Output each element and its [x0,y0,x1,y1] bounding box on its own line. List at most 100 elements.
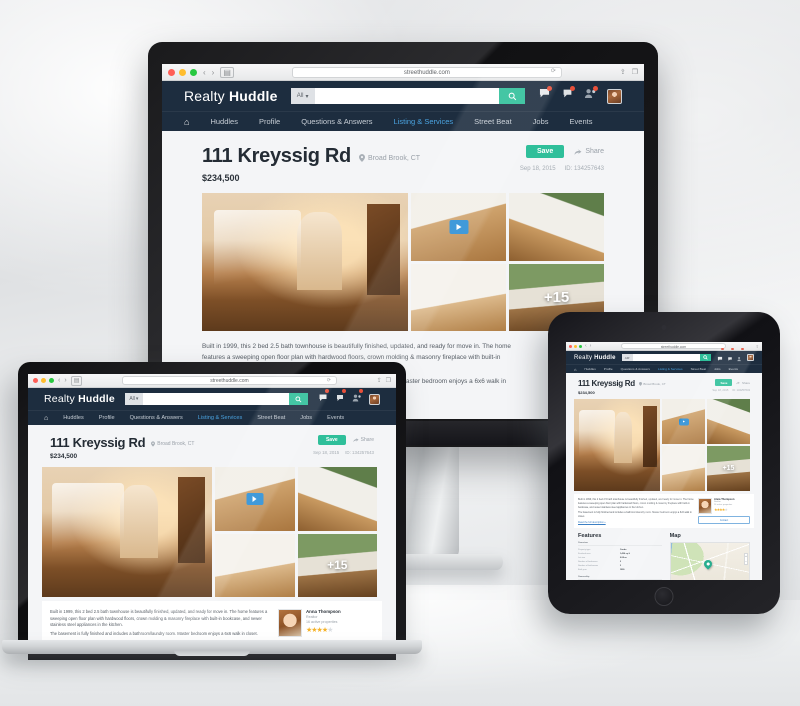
window-controls[interactable] [168,68,197,76]
play-icon[interactable] [449,219,469,234]
nav-item-listing-services[interactable]: Listing & Services [198,415,242,421]
play-icon[interactable] [678,418,689,425]
save-button[interactable]: Save [317,435,346,445]
search-bar[interactable]: All ▾ [124,393,308,405]
nav-item-profile[interactable]: Profile [259,117,280,126]
read-full-description-link[interactable]: Read the full description » [578,521,606,525]
save-button[interactable]: Save [525,145,565,158]
minimize-window-dot[interactable] [574,344,577,348]
map-zoom-controls[interactable]: + − [744,553,748,566]
thumbnail-video[interactable] [411,193,507,261]
nav-item-street-beat[interactable]: Street Beat [257,415,285,421]
maximize-window-dot[interactable] [579,344,582,348]
thumbnail-photo-3[interactable] [215,533,295,597]
search-button[interactable] [499,88,525,104]
nav-item-questions-answers[interactable]: Questions & Answers [301,117,372,126]
messages-icon[interactable] [318,389,329,408]
friend-requests-icon[interactable] [584,86,598,105]
nav-item-profile[interactable]: Profile [99,415,115,421]
nav-item-street-beat[interactable]: Street Beat [474,117,512,126]
nav-item-events[interactable]: Events [729,367,738,371]
maximize-window-dot[interactable] [49,378,54,383]
share-button[interactable]: Share [736,381,750,385]
nav-item-events[interactable]: Events [570,117,593,126]
search-input[interactable] [632,354,700,361]
maximize-window-dot[interactable] [190,68,197,76]
messages-icon[interactable] [717,347,724,367]
back-icon[interactable]: ‹ [585,343,587,349]
reload-icon[interactable]: ⟳ [327,376,331,385]
map-canvas[interactable]: + − [669,542,750,580]
tabs-icon[interactable]: ❐ [386,377,391,384]
home-icon[interactable]: ⌂ [184,117,189,127]
notifications-icon[interactable] [727,347,734,367]
hero-photo[interactable] [42,467,212,597]
forward-icon[interactable]: › [64,377,66,384]
url-bar[interactable]: streethuddle.com ⟳ [121,376,337,385]
share-button[interactable]: Share [574,148,604,156]
user-avatar[interactable] [369,393,380,405]
thumbnail-video[interactable] [215,467,295,531]
search-bar[interactable]: All ▾ [290,88,525,104]
thumbnail-more[interactable]: +15 [297,533,377,597]
agent-photo[interactable] [698,498,712,514]
notifications-icon[interactable] [561,86,575,105]
play-icon[interactable] [246,492,264,505]
thumbnail-photo-2[interactable] [297,467,377,531]
minimize-window-dot[interactable] [41,378,46,383]
save-button[interactable]: Save [715,379,733,386]
search-button[interactable] [700,354,711,361]
share-icon[interactable]: ⇪ [377,377,382,384]
nav-item-listing-services[interactable]: Listing & Services [394,117,454,126]
search-button[interactable] [289,393,308,405]
nav-item-profile[interactable]: Profile [604,367,613,371]
thumbnail-photo-3[interactable] [662,446,705,491]
nav-item-huddles[interactable]: Huddles [63,415,84,421]
friend-requests-icon[interactable] [737,347,744,367]
search-bar[interactable]: All ▾ [621,354,711,361]
messages-icon[interactable] [538,86,552,105]
search-category-dropdown[interactable]: All ▾ [621,354,633,361]
forward-icon[interactable]: › [590,343,592,349]
share-button[interactable]: Share [353,437,374,443]
back-icon[interactable]: ‹ [58,377,60,384]
share-icon[interactable]: ⇪ [620,68,626,76]
reload-icon[interactable]: ⟳ [551,67,556,78]
nav-item-jobs[interactable]: Jobs [533,117,549,126]
nav-item-jobs[interactable]: Jobs [300,415,312,421]
hero-photo[interactable] [202,193,409,331]
ipad-home-button[interactable] [654,587,674,606]
contact-agent-button[interactable]: Contact [698,516,750,524]
window-controls-laptop[interactable] [33,378,54,383]
site-brand[interactable]: Realty Huddle [44,393,115,405]
url-bar[interactable]: streethuddle.com [620,343,726,349]
nav-item-huddles[interactable]: Huddles [210,117,238,126]
hero-photo[interactable] [574,399,660,491]
home-icon[interactable]: ⌂ [574,367,576,372]
search-input[interactable] [142,393,289,405]
nav-item-jobs[interactable]: Jobs [714,367,721,371]
thumbnail-photo-2[interactable] [509,193,604,261]
close-window-dot[interactable] [569,344,572,348]
search-input[interactable] [314,88,499,104]
search-category-dropdown[interactable]: All ▾ [124,393,143,405]
share-icon[interactable]: ⇪ [756,344,759,349]
minimize-window-dot[interactable] [179,68,186,76]
nav-item-listing-services[interactable]: Listing & Services [658,367,683,371]
close-window-dot[interactable] [33,378,38,383]
home-icon[interactable]: ⌂ [44,415,48,422]
sidebar-icon[interactable]: ▤ [220,66,234,78]
search-category-dropdown[interactable]: All ▾ [290,88,315,104]
window-controls-tablet[interactable] [569,344,582,348]
thumbnail-more[interactable]: +15 [707,446,750,491]
thumbnail-photo-2[interactable] [707,399,750,444]
nav-item-huddles[interactable]: Huddles [584,367,595,371]
tabs-icon[interactable]: ❐ [632,68,638,76]
map-zoom-out[interactable]: − [745,559,747,564]
agent-photo[interactable] [278,609,302,637]
nav-item-street-beat[interactable]: Street Beat [691,367,706,371]
thumbnail-photo-3[interactable] [411,263,507,331]
user-avatar[interactable] [607,88,622,104]
thumbnail-video[interactable] [662,399,705,444]
nav-item-events[interactable]: Events [327,415,344,421]
